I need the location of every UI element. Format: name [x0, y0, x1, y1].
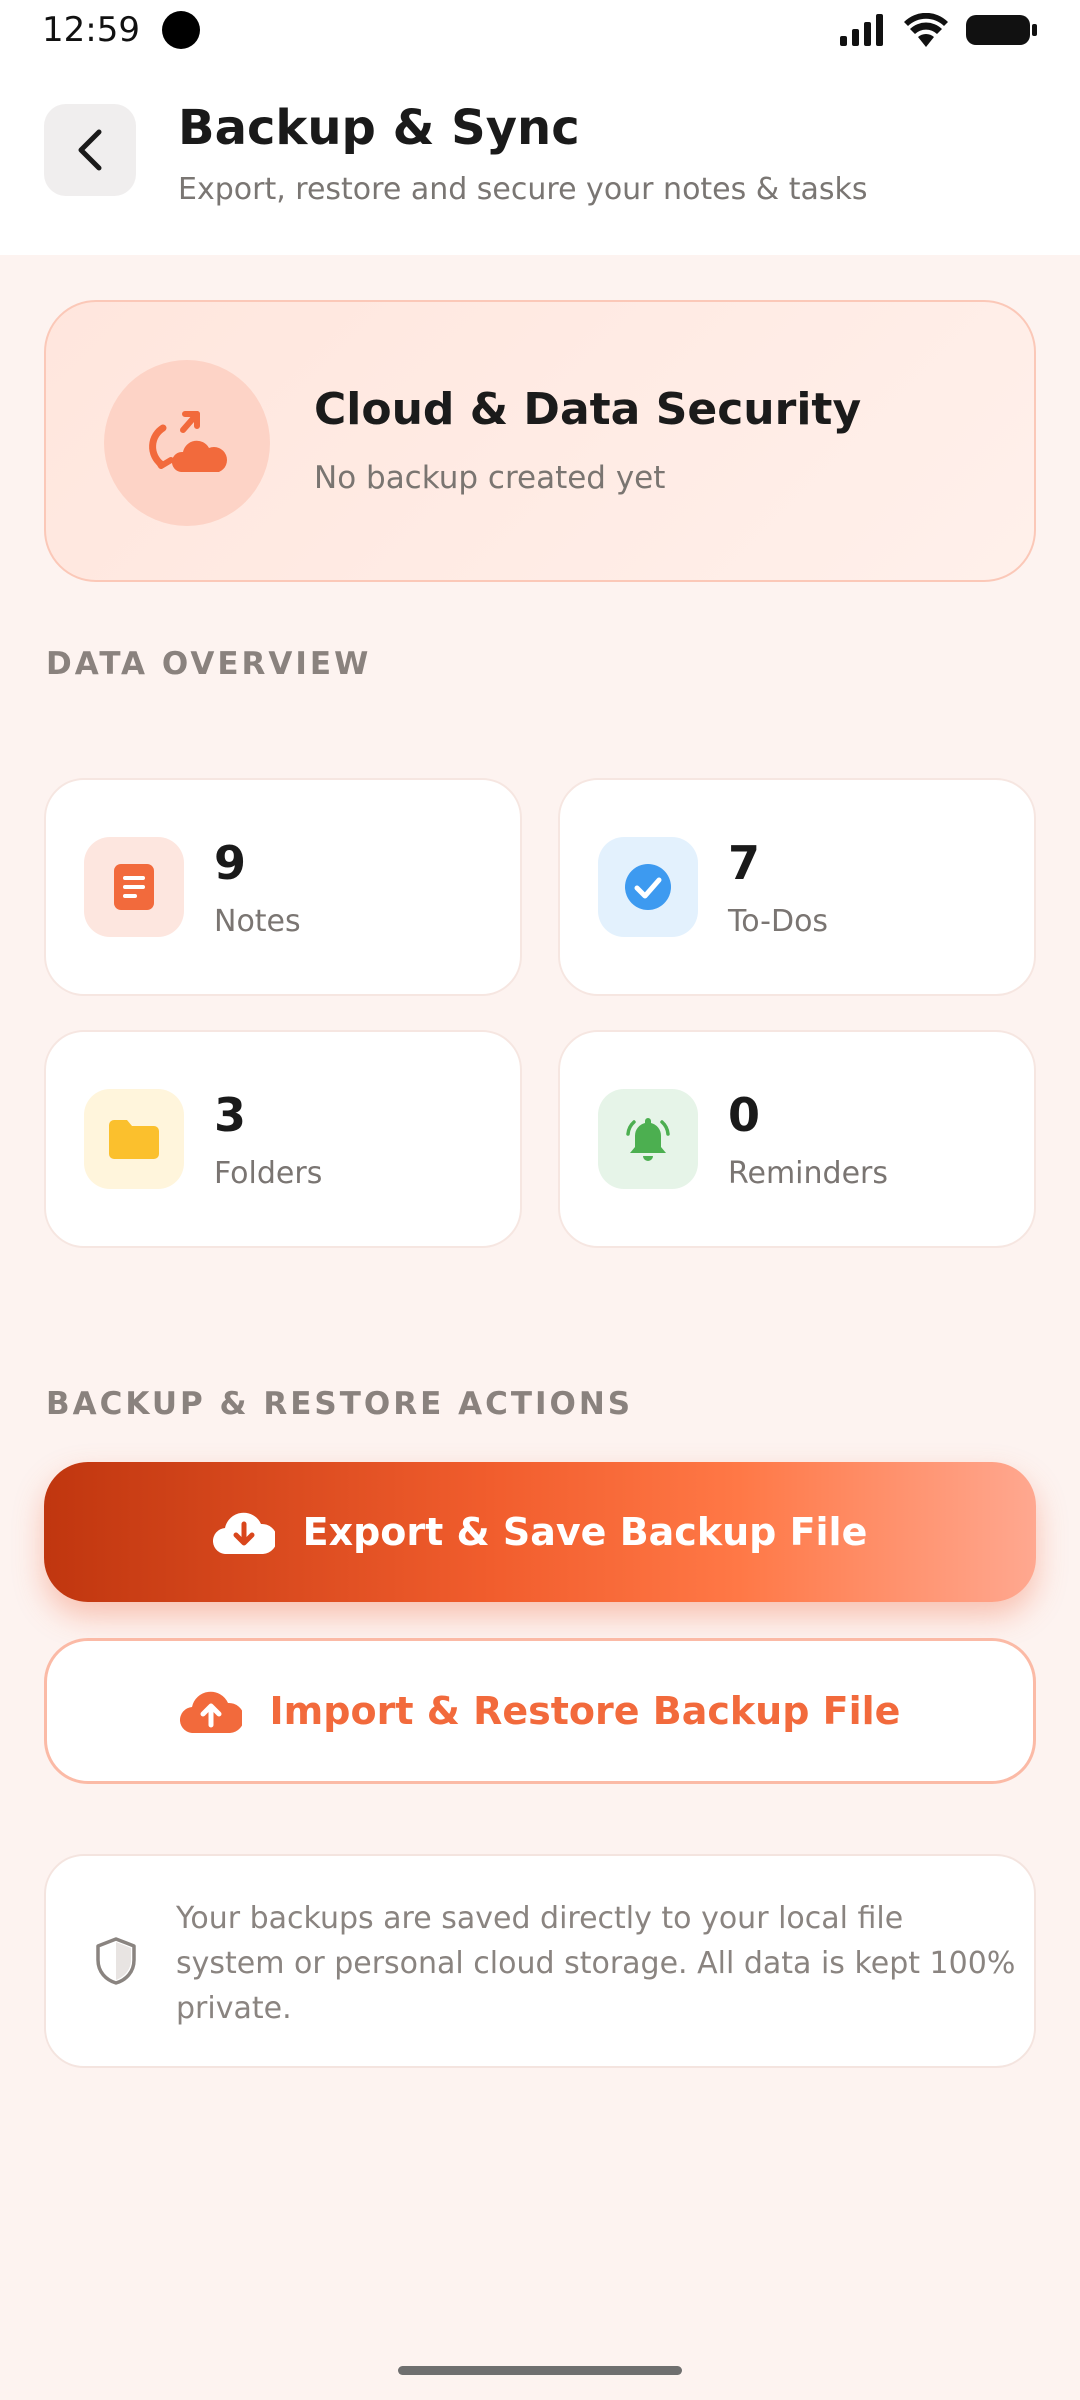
actions-section-label: BACKUP & RESTORE ACTIONS: [46, 1386, 634, 1422]
security-status-card: Cloud & Data Security No backup created …: [44, 300, 1036, 582]
cloud-download-icon: [212, 1512, 275, 1554]
status-left: 12:59: [42, 10, 200, 50]
cloud-upload-icon: [179, 1691, 242, 1733]
todos-label: To-Dos: [728, 904, 829, 939]
signal-icon: [840, 14, 883, 46]
folders-icon-tile: [84, 1089, 184, 1189]
back-button[interactable]: [44, 104, 136, 196]
privacy-info-card: Your backups are saved directly to your …: [44, 1854, 1036, 2068]
notes-icon: [114, 864, 154, 910]
chevron-left-icon: [78, 129, 102, 171]
shield-icon: [96, 1937, 136, 1985]
export-backup-button[interactable]: Export & Save Backup File: [44, 1462, 1036, 1602]
page-title: Backup & Sync: [178, 100, 580, 156]
stat-card-reminders[interactable]: 0 Reminders: [558, 1030, 1036, 1248]
wifi-icon: [904, 13, 948, 47]
app-header: Backup & Sync Export, restore and secure…: [0, 60, 1080, 255]
hero-title: Cloud & Data Security: [314, 384, 862, 435]
status-bar: 12:59: [0, 0, 1080, 60]
page-subtitle: Export, restore and secure your notes & …: [178, 172, 868, 207]
reminders-icon-tile: [598, 1089, 698, 1189]
import-button-label: Import & Restore Backup File: [269, 1689, 901, 1733]
status-right: [840, 13, 1038, 47]
camera-dot-icon: [161, 11, 200, 49]
bell-icon: [626, 1118, 670, 1161]
notes-label: Notes: [214, 904, 301, 939]
notes-count: 9: [214, 836, 247, 890]
privacy-info-text: Your backups are saved directly to your …: [176, 1901, 1016, 2026]
stat-card-folders[interactable]: 3 Folders: [44, 1030, 522, 1248]
cloud-sync-icon: [149, 411, 227, 472]
todos-count: 7: [728, 836, 761, 890]
notes-icon-tile: [84, 837, 184, 937]
stat-card-todos[interactable]: 7 To-Dos: [558, 778, 1036, 996]
battery-icon: [966, 15, 1037, 45]
todos-icon-tile: [598, 837, 698, 937]
data-overview-label: DATA OVERVIEW: [46, 646, 372, 682]
hero-icon-circle: [104, 360, 270, 526]
stat-card-notes[interactable]: 9 Notes: [44, 778, 522, 996]
folders-label: Folders: [214, 1156, 323, 1191]
import-backup-button[interactable]: Import & Restore Backup File: [44, 1638, 1036, 1784]
folder-icon: [109, 1120, 159, 1159]
backup-status-text: No backup created yet: [314, 460, 666, 496]
reminders-count: 0: [728, 1088, 761, 1142]
export-button-label: Export & Save Backup File: [302, 1510, 868, 1554]
check-circle-icon: [625, 864, 671, 910]
status-time: 12:59: [42, 10, 140, 50]
folders-count: 3: [214, 1088, 247, 1142]
home-indicator[interactable]: [398, 2366, 682, 2375]
reminders-label: Reminders: [728, 1156, 888, 1191]
